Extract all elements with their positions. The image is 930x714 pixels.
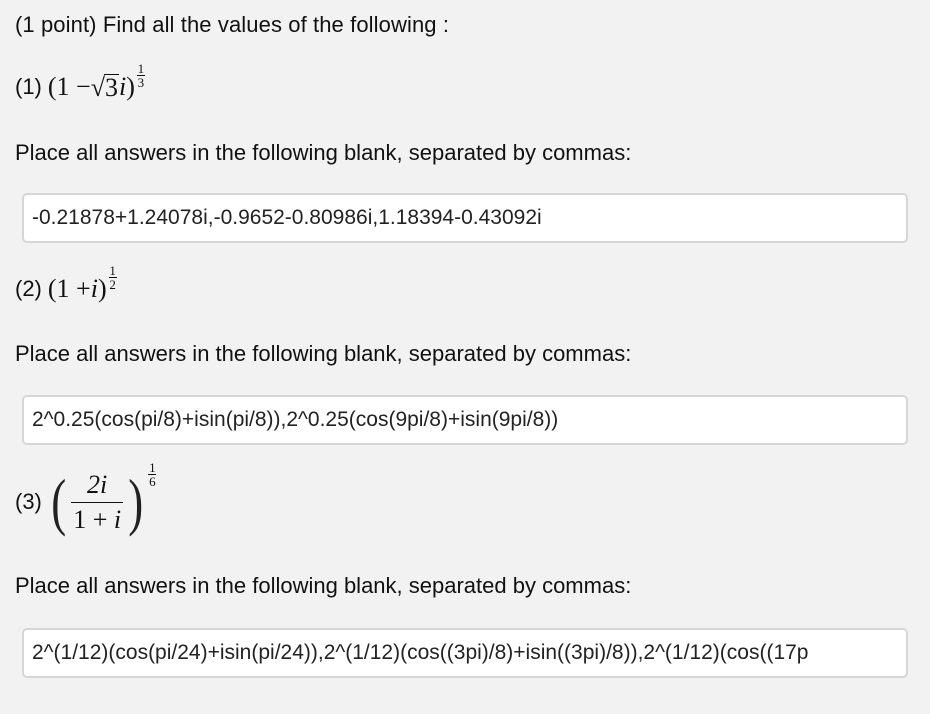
instruction-2: Place all answers in the following blank…: [15, 341, 632, 366]
exponent-denominator: 3: [137, 74, 145, 90]
answer-field-1[interactable]: [22, 193, 908, 243]
problem-2-expression: (1 + i ) 1 2: [47, 264, 117, 304]
problem-1-expression: (1 − √ 3 i ) 1 3: [47, 62, 145, 102]
problem-2: (2) (1 + i ) 1 2: [15, 264, 117, 304]
problem-3-label: (3): [15, 489, 42, 514]
problem-1-close: ): [126, 72, 135, 101]
imaginary-unit: i: [113, 504, 122, 534]
problem-3-expression: ( 2i 1 + i ) 1 6: [48, 461, 157, 534]
problem-2-open: (1 +: [47, 274, 91, 303]
exponent-fraction: 1 2: [108, 262, 117, 292]
right-paren: ): [128, 466, 144, 537]
problem-2-close: ): [97, 274, 107, 303]
problem-1-label: (1): [15, 74, 42, 99]
problem-1-open: (1 −: [47, 72, 91, 101]
answer-field-2[interactable]: [22, 395, 908, 445]
problem-1: (1) (1 − √ 3 i ) 1 3: [15, 62, 145, 102]
exponent-fraction: 1 3: [136, 60, 145, 90]
instruction-3: Place all answers in the following blank…: [15, 573, 632, 598]
exponent-numerator: 1: [149, 459, 156, 475]
fraction-numerator: 2i: [87, 470, 108, 500]
fraction-denominator: 1 + i: [71, 504, 123, 534]
exponent-denominator: 2: [109, 276, 116, 292]
instruction-1: Place all answers in the following blank…: [15, 140, 632, 165]
imaginary-unit: i: [119, 72, 127, 101]
radicand: 3: [104, 72, 119, 102]
problem-intro: (1 point) Find all the values of the fol…: [15, 12, 450, 37]
exponent-numerator: 1: [137, 60, 145, 76]
problem-3: (3) ( 2i 1 + i ) 1 6: [15, 461, 157, 534]
denominator-lead: 1 +: [73, 504, 114, 534]
exponent-fraction: 1 6: [148, 459, 157, 489]
left-paren: (: [51, 466, 67, 537]
sqrt-symbol: √ 3: [90, 72, 119, 102]
fraction: 2i 1 + i: [71, 470, 124, 534]
imaginary-unit: i: [90, 274, 98, 303]
problem-page: (1 point) Find all the values of the fol…: [0, 0, 930, 714]
exponent-numerator: 1: [109, 262, 116, 278]
exponent-denominator: 6: [149, 473, 156, 489]
parenthesized-fraction: ( 2i 1 + i ): [48, 470, 147, 534]
problem-2-label: (2): [15, 276, 42, 301]
radical-sign: √: [90, 72, 105, 102]
answer-field-3[interactable]: [22, 628, 908, 678]
